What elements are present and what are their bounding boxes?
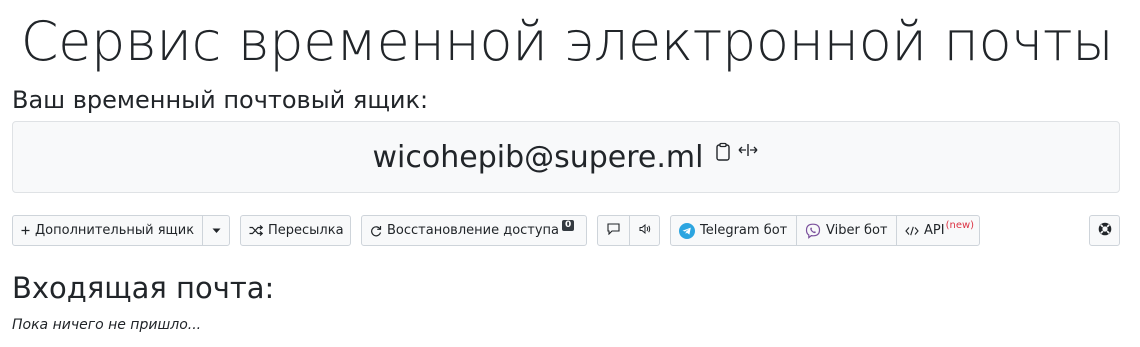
caret-down-icon	[212, 223, 221, 238]
chat-sound-group	[597, 215, 660, 246]
bots-group: Telegram бот Viber бот API (new)	[670, 215, 980, 246]
restore-access-group: Восстановление доступа 0	[361, 215, 587, 246]
plus-icon	[21, 226, 30, 235]
email-address-box: wicohepib@supere.ml	[12, 121, 1120, 193]
restore-access-button[interactable]: Восстановление доступа 0	[362, 216, 586, 245]
forwarding-label: Пересылка	[268, 223, 344, 238]
page-title: Сервис временной электронной почты	[20, 10, 1114, 73]
help-group	[1089, 215, 1120, 246]
mailbox-label: Ваш временный почтовый ящик:	[12, 86, 429, 114]
help-button[interactable]	[1090, 216, 1119, 245]
restore-access-badge: 0	[562, 220, 575, 231]
restore-access-label: Восстановление доступа	[387, 223, 560, 238]
clipboard-icon[interactable]	[715, 142, 731, 162]
api-new-tag: (new)	[945, 220, 975, 231]
additional-mailbox-label: Дополнительный ящик	[35, 223, 195, 238]
forwarding-button[interactable]: Пересылка	[241, 216, 350, 245]
telegram-icon	[679, 222, 695, 239]
sound-button[interactable]	[629, 216, 659, 245]
refresh-icon	[370, 225, 382, 237]
volume-icon	[639, 223, 651, 238]
viber-icon	[805, 223, 821, 239]
email-actions	[715, 142, 759, 162]
chat-icon	[607, 222, 620, 239]
toolbar: Дополнительный ящик Пересылка Восстановл…	[12, 215, 1120, 246]
chat-button[interactable]	[598, 216, 629, 245]
shuffle-icon	[249, 225, 263, 236]
telegram-bot-button[interactable]: Telegram бот	[671, 216, 796, 245]
telegram-bot-label: Telegram бот	[700, 223, 788, 238]
viber-bot-button[interactable]: Viber бот	[796, 216, 896, 245]
additional-mailbox-button[interactable]: Дополнительный ящик	[13, 216, 202, 245]
inbox-empty-message: Пока ничего не пришло...	[12, 317, 202, 333]
api-button[interactable]: API (new)	[896, 216, 979, 245]
additional-mailbox-dropdown[interactable]	[202, 216, 229, 245]
code-icon	[905, 226, 919, 236]
email-address[interactable]: wicohepib@supere.ml	[373, 140, 704, 175]
inbox-title: Входящая почта:	[12, 271, 275, 305]
api-label: API	[924, 223, 945, 238]
lifebuoy-icon	[1098, 222, 1112, 240]
expand-horizontal-icon[interactable]	[737, 142, 759, 158]
viber-bot-label: Viber бот	[826, 223, 888, 238]
additional-mailbox-group: Дополнительный ящик	[12, 215, 230, 246]
forwarding-group: Пересылка	[240, 215, 351, 246]
